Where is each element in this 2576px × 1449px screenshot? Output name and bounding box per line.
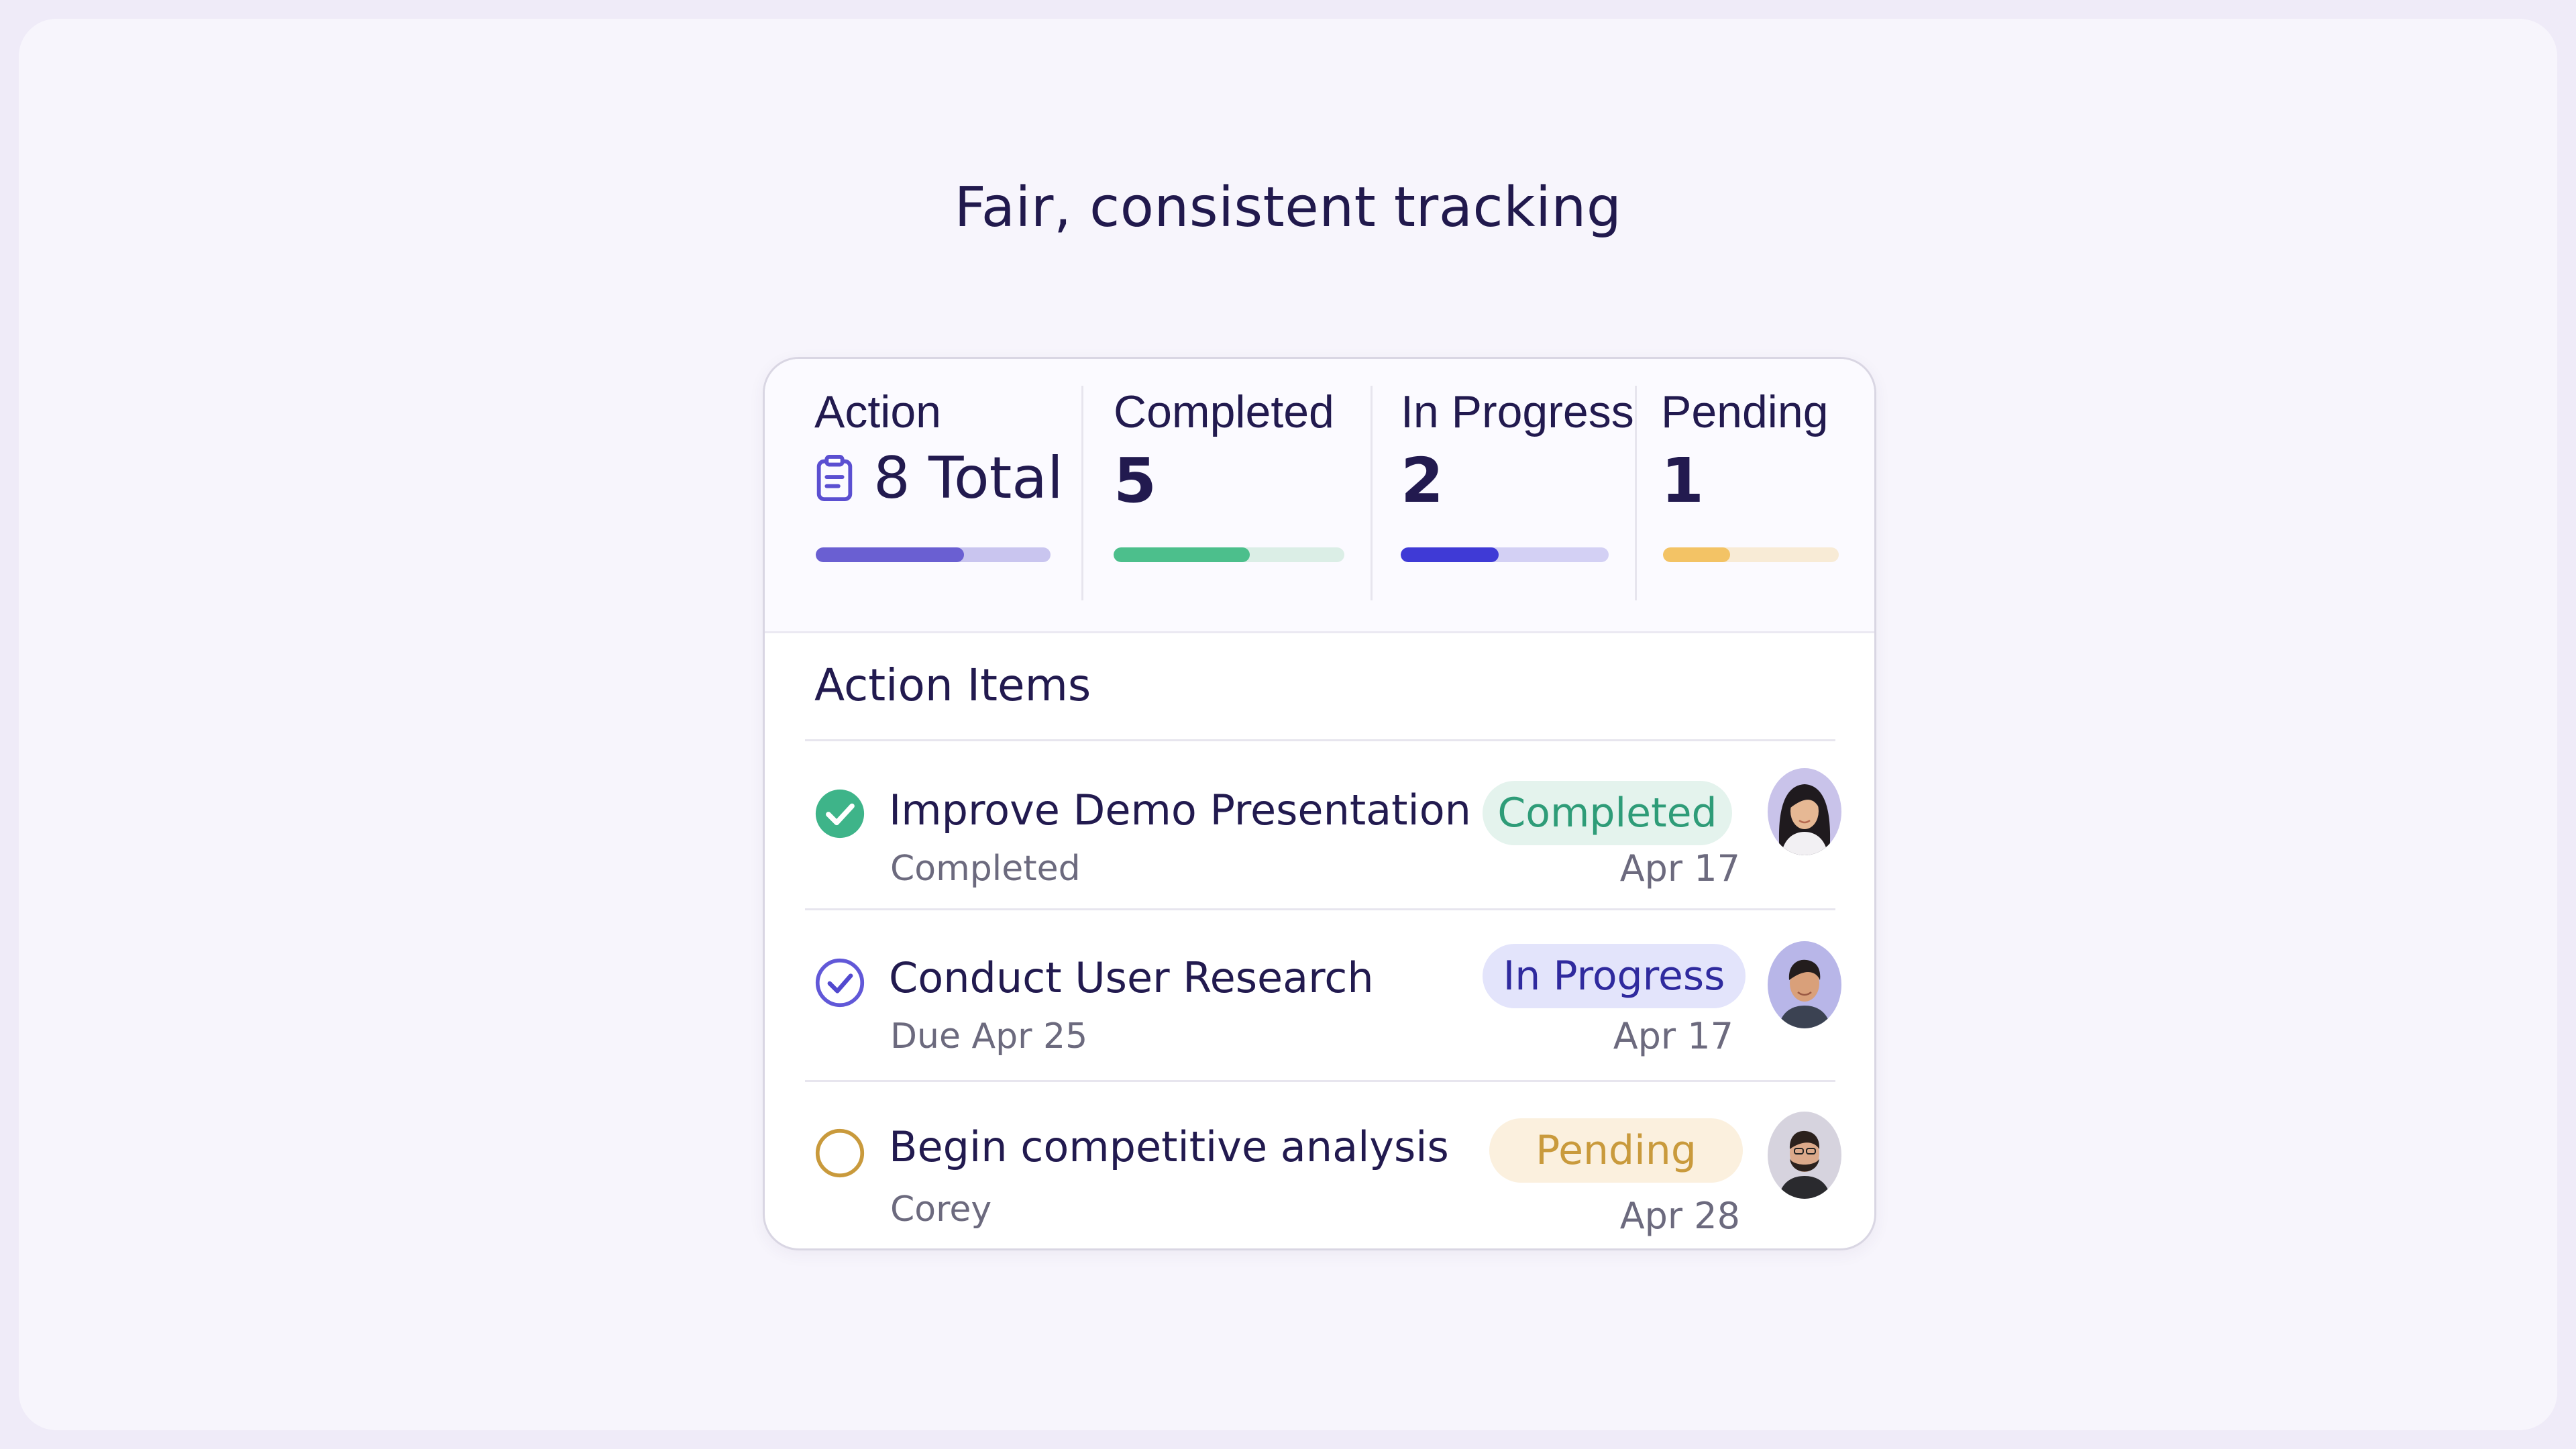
stat-completed-progress-bar <box>1114 547 1344 562</box>
stat-action-label: Action <box>814 386 941 437</box>
stat-in-progress: In Progress 2 <box>1401 386 1634 517</box>
action-item-subtitle: Corey <box>890 1189 992 1230</box>
action-item-subtitle: Completed <box>890 849 1081 889</box>
clipboard-icon <box>816 455 853 502</box>
action-item-row[interactable]: Improve Demo Presentation Completed Comp… <box>765 741 1874 909</box>
action-tracking-card: Action 8 Total Completed 5 In Progress 2… <box>763 357 1876 1250</box>
avatar-man-beard[interactable] <box>1768 1112 1841 1199</box>
stat-action-value: 8 Total <box>873 445 1063 512</box>
stat-divider <box>1371 386 1373 600</box>
stat-action: Action 8 Total <box>814 386 1063 512</box>
action-item-title: Improve Demo Presentation <box>889 786 1471 835</box>
stat-divider <box>1635 386 1637 600</box>
action-item-subtitle: Due Apr 25 <box>890 1016 1088 1057</box>
check-circle-filled-icon[interactable] <box>814 788 865 839</box>
stat-pending: Pending 1 <box>1661 386 1829 517</box>
action-item-title: Conduct User Research <box>889 953 1374 1002</box>
action-items-title: Action Items <box>814 659 1091 711</box>
action-item-row[interactable]: Conduct User Research Due Apr 25 In Prog… <box>765 910 1874 1078</box>
stat-completed-progress-fill <box>1114 547 1250 562</box>
stat-completed-value: 5 <box>1114 445 1157 517</box>
stat-pending-label: Pending <box>1661 386 1829 437</box>
check-circle-outline-icon[interactable] <box>814 957 865 1008</box>
action-item-row[interactable]: Begin competitive analysis Corey Pending… <box>765 1082 1874 1248</box>
stat-action-progress-fill <box>816 547 964 562</box>
stat-in-progress-progress-fill <box>1401 547 1499 562</box>
avatar-man[interactable] <box>1768 941 1841 1028</box>
stat-in-progress-progress-bar <box>1401 547 1609 562</box>
empty-circle-icon[interactable] <box>814 1128 865 1179</box>
stat-completed-label: Completed <box>1114 386 1334 437</box>
avatar-woman[interactable] <box>1768 768 1841 855</box>
stat-action-value-row: 8 Total <box>814 445 1063 512</box>
stat-in-progress-label: In Progress <box>1401 386 1634 437</box>
stat-in-progress-value: 2 <box>1401 445 1444 517</box>
stat-completed: Completed 5 <box>1114 386 1334 517</box>
action-item-title: Begin competitive analysis <box>889 1122 1449 1171</box>
status-badge: Completed <box>1483 781 1732 845</box>
stat-pending-progress-fill <box>1663 547 1730 562</box>
stat-pending-progress-bar <box>1663 547 1839 562</box>
action-item-date: Apr 17 <box>1613 1015 1733 1057</box>
action-item-date: Apr 28 <box>1619 1195 1740 1237</box>
page-title: Fair, consistent tracking <box>954 176 1622 239</box>
stats-divider <box>765 631 1874 633</box>
status-badge: Pending <box>1489 1118 1743 1183</box>
stat-pending-value: 1 <box>1661 445 1705 517</box>
stat-action-progress-bar <box>816 547 1051 562</box>
status-badge: In Progress <box>1483 944 1746 1008</box>
action-item-date: Apr 17 <box>1619 847 1740 890</box>
stat-divider <box>1081 386 1083 600</box>
